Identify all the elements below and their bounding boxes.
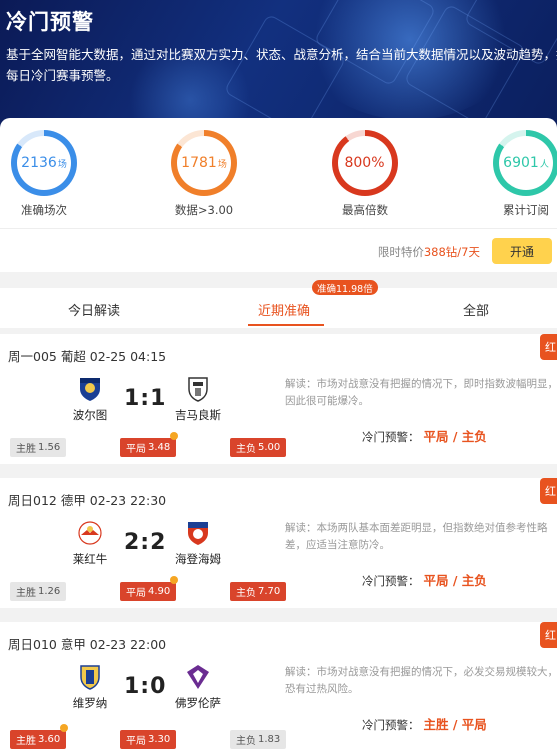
red-flag-badge: 红: [540, 334, 557, 360]
stat-label: 准确场次: [21, 203, 67, 217]
tab-today[interactable]: 今日解读: [68, 300, 120, 319]
away-team-name: 吉马良斯: [175, 408, 221, 422]
odds-tag-home-win: 主胜 3.60: [10, 730, 67, 749]
away-team-name: 佛罗伦萨: [175, 696, 221, 710]
prediction-value: 主胜 / 平局: [423, 717, 487, 732]
odds-tag-away-win: 主负 7.70: [230, 582, 287, 601]
upset-prediction: 冷门预警： 平局 / 主负: [362, 573, 487, 588]
porto-logo-icon: [77, 376, 103, 402]
description-line: 每日冷门赛事预警。: [6, 68, 119, 83]
tab-recent-accurate[interactable]: 近期准确: [258, 300, 310, 319]
stat-value: 2136: [21, 155, 57, 171]
red-flag-badge: 红: [540, 478, 557, 504]
odds-tag-draw: 平局 4.90: [120, 582, 177, 601]
guimaraes-logo-icon: [185, 376, 211, 402]
fiorentina-logo-icon: [185, 664, 211, 690]
page-description: 基于全网智能大数据，通过对比赛双方实力、状态、战意分析，结合当前大数据情况以及波…: [6, 44, 557, 86]
odds-tag-home-win: 主胜 1.26: [10, 582, 67, 601]
verona-logo-icon: [77, 664, 103, 690]
stat-unit: 场: [57, 159, 67, 170]
match-card[interactable]: 周一005 葡超 02-25 04:15 红 波尔图 1:1 吉马良斯 主胜 1.…: [0, 334, 557, 464]
header-banner: 冷门预警 基于全网智能大数据，通过对比赛双方实力、状态、战意分析，结合当前大数据…: [0, 0, 557, 130]
page-title: 冷门预警: [6, 10, 94, 34]
match-card[interactable]: 周日012 德甲 02-23 22:30 红 莱红牛 2:2 海登海姆 主胜 1.…: [0, 478, 557, 608]
match-score: 2:2: [124, 530, 167, 555]
stat-data-over-3: 1781 场 数据>3.00: [164, 130, 244, 218]
stat-value: 800%: [344, 155, 385, 171]
odds-tag-away-win: 主负 5.00: [230, 438, 287, 457]
promo-price: 388钻/7天: [423, 245, 480, 259]
check-badge-icon: [170, 576, 178, 584]
match-analysis: 解读：市场对战意没有把握的情况下，必发交易规模较大，恐有过热风险。: [285, 666, 557, 695]
odds-tag-draw: 平局 3.30: [120, 730, 177, 749]
stat-max-multiple: 800% 最高倍数: [325, 130, 405, 218]
home-team: 莱红牛: [60, 520, 120, 567]
away-team-name: 海登海姆: [175, 552, 221, 566]
stats-card: 2136 场 准确场次 1781 场 数据>3.00 800% 最高倍数 6901 人…: [0, 118, 557, 272]
stat-label: 数据>3.00: [174, 203, 234, 217]
match-score: 1:0: [124, 674, 167, 699]
stat-ring: 2136 场: [11, 130, 77, 196]
stat-unit: 场: [217, 159, 227, 170]
home-team: 维罗纳: [60, 664, 120, 711]
stat-value: 1781: [181, 155, 217, 171]
tab-all[interactable]: 全部: [463, 300, 489, 319]
match-header: 周一005 葡超 02-25 04:15: [8, 349, 167, 364]
stat-ring: 6901 人: [493, 130, 557, 196]
check-badge-icon: [170, 432, 178, 440]
upset-prediction: 冷门预警： 主胜 / 平局: [362, 717, 487, 732]
match-header: 周日010 意甲 02-23 22:00: [8, 637, 167, 652]
away-team: 佛罗伦萨: [168, 664, 228, 711]
description-line: 基于全网智能大数据，通过对比赛双方实力、状态、战意分析，结合当前大数据情况以及波…: [6, 47, 557, 62]
match-card[interactable]: 周日010 意甲 02-23 22:00 红 维罗纳 1:0 佛罗伦萨 主胜 3.…: [0, 622, 557, 756]
match-analysis: 解读：本场两队基本面差距明显，但指数绝对值参考性略差，应适当注意防冷。: [285, 522, 548, 551]
subscribe-button[interactable]: 开通: [492, 238, 552, 264]
home-team-name: 莱红牛: [72, 552, 108, 566]
match-analysis: 解读：市场对战意没有把握的情况下，即时指数波幅明显，因此很可能爆冷。: [285, 378, 557, 407]
stat-accurate-matches: 2136 场 准确场次: [4, 130, 84, 218]
stat-label: 累计订阅: [503, 203, 549, 217]
home-team-name: 维罗纳: [72, 696, 108, 710]
odds-tag-away-win: 主负 1.83: [230, 730, 287, 749]
promo-text: 限时特价388钻/7天: [378, 244, 480, 260]
promo-row: 限时特价388钻/7天: [0, 228, 557, 272]
stat-value: 6901: [503, 155, 539, 171]
upset-prediction: 冷门预警： 平局 / 主负: [362, 429, 487, 444]
prediction-value: 平局 / 主负: [423, 573, 487, 588]
stat-subscribers: 6901 人 累计订阅: [486, 130, 557, 218]
home-team-name: 波尔图: [72, 408, 108, 422]
heidenheim-logo-icon: [185, 520, 211, 546]
active-tab-indicator: [248, 324, 324, 326]
prediction-value: 平局 / 主负: [423, 429, 487, 444]
away-team: 海登海姆: [168, 520, 228, 567]
stat-ring: 1781 场: [171, 130, 237, 196]
promo-prefix: 限时特价: [377, 245, 424, 259]
match-header: 周日012 德甲 02-23 22:30: [8, 493, 167, 508]
stat-unit: 人: [539, 159, 549, 170]
red-flag-badge: 红: [540, 622, 557, 648]
stat-label: 最高倍数: [342, 203, 388, 217]
accuracy-badge: 准确11.98倍: [312, 280, 378, 295]
odds-tag-draw: 平局 3.48: [120, 438, 177, 457]
odds-tag-home-win: 主胜 1.56: [10, 438, 67, 457]
stat-ring: 800%: [332, 130, 398, 196]
home-team: 波尔图: [60, 376, 120, 423]
away-team: 吉马良斯: [168, 376, 228, 423]
leipzig-logo-icon: [77, 520, 103, 546]
check-badge-icon: [60, 724, 68, 732]
tab-bar: 今日解读 近期准确 全部: [0, 288, 557, 328]
match-score: 1:1: [124, 386, 167, 411]
